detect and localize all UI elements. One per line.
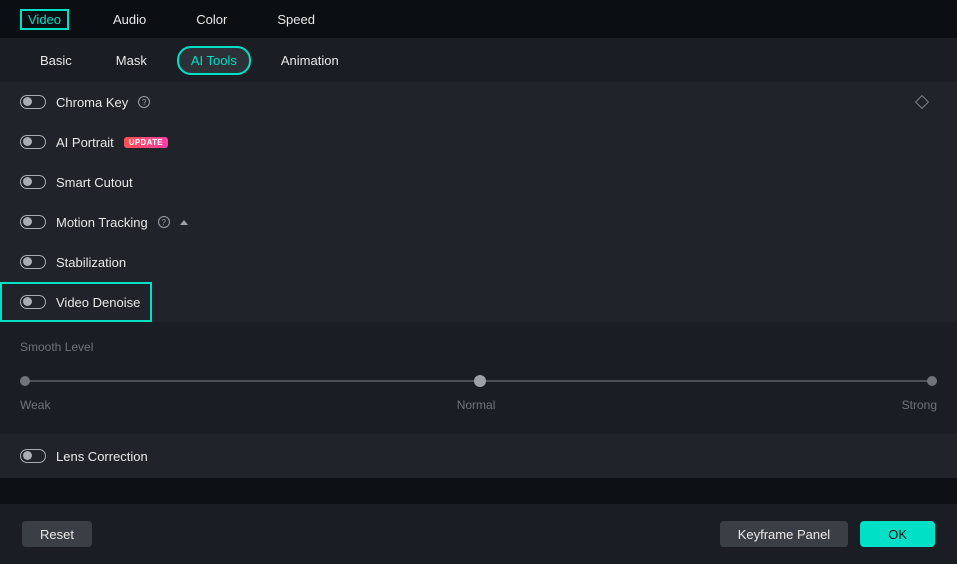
ai-portrait-row: AI Portrait UPDATE: [0, 122, 957, 162]
slider-label-strong: Strong: [902, 398, 937, 412]
smart-cutout-label: Smart Cutout: [56, 175, 133, 190]
subtab-basic[interactable]: Basic: [28, 48, 84, 73]
video-denoise-label: Video Denoise: [56, 295, 140, 310]
lens-correction-row: Lens Correction: [0, 434, 957, 478]
tab-speed[interactable]: Speed: [271, 10, 321, 29]
update-badge: UPDATE: [124, 137, 168, 148]
slider-thumb[interactable]: [474, 375, 486, 387]
footer-bar: Reset Keyframe Panel OK: [0, 504, 957, 564]
stabilization-toggle[interactable]: [20, 255, 46, 269]
video-denoise-section: Smooth Level Weak Normal Strong: [0, 322, 957, 434]
subtab-animation[interactable]: Animation: [269, 48, 351, 73]
help-icon[interactable]: ?: [158, 216, 170, 228]
ai-tools-panel: Chroma Key ? AI Portrait UPDATE Smart Cu…: [0, 82, 957, 478]
video-denoise-toggle[interactable]: [20, 295, 46, 309]
lens-correction-label: Lens Correction: [56, 449, 148, 464]
smart-cutout-toggle[interactable]: [20, 175, 46, 189]
keyframe-panel-button[interactable]: Keyframe Panel: [720, 521, 849, 547]
tab-video[interactable]: Video: [20, 9, 69, 30]
motion-tracking-label: Motion Tracking: [56, 215, 148, 230]
tab-audio[interactable]: Audio: [107, 10, 152, 29]
motion-tracking-toggle[interactable]: [20, 215, 46, 229]
slider-labels: Weak Normal Strong: [20, 398, 937, 412]
slider-stop-strong[interactable]: [927, 376, 937, 386]
sub-tab-bar: Basic Mask AI Tools Animation: [0, 38, 957, 82]
stabilization-label: Stabilization: [56, 255, 126, 270]
smooth-level-label: Smooth Level: [20, 340, 937, 354]
reset-button[interactable]: Reset: [22, 521, 92, 547]
main-tab-bar: Video Audio Color Speed: [0, 0, 957, 38]
slider-label-normal: Normal: [457, 398, 496, 412]
tab-color[interactable]: Color: [190, 10, 233, 29]
slider-stop-weak[interactable]: [20, 376, 30, 386]
motion-tracking-row: Motion Tracking ?: [0, 202, 957, 242]
smooth-level-slider[interactable]: [20, 372, 937, 392]
video-denoise-row: Video Denoise: [0, 282, 152, 322]
subtab-ai-tools[interactable]: AI Tools: [177, 46, 251, 75]
ok-button[interactable]: OK: [860, 521, 935, 547]
subtab-mask[interactable]: Mask: [104, 48, 159, 73]
help-icon[interactable]: ?: [138, 96, 150, 108]
slider-label-weak: Weak: [20, 398, 50, 412]
chroma-key-label: Chroma Key: [56, 95, 128, 110]
chroma-key-toggle[interactable]: [20, 95, 46, 109]
chroma-key-row: Chroma Key ?: [0, 82, 957, 122]
caret-up-icon[interactable]: [180, 220, 188, 225]
smart-cutout-row: Smart Cutout: [0, 162, 957, 202]
keyframe-diamond-icon[interactable]: [915, 95, 929, 109]
ai-portrait-label: AI Portrait: [56, 135, 114, 150]
lens-correction-toggle[interactable]: [20, 449, 46, 463]
ai-portrait-toggle[interactable]: [20, 135, 46, 149]
stabilization-row: Stabilization: [0, 242, 957, 282]
